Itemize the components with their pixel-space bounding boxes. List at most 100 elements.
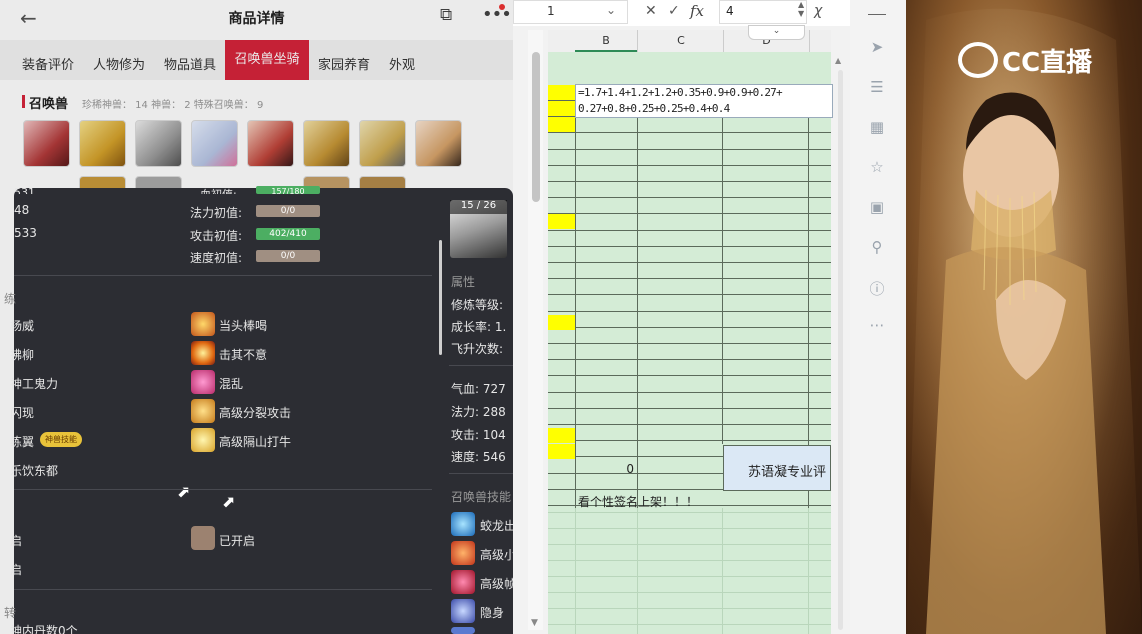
section-stats: 珍稀神兽： 14 神兽： 2 特殊召唤兽： 9 <box>82 100 264 111</box>
tab-equipment-review[interactable]: 装备评价 <box>22 54 74 73</box>
right-scroll-thumb[interactable] <box>838 70 843 630</box>
pet-thumbnail[interactable] <box>79 120 126 167</box>
clear-format-icon[interactable]: χ <box>814 3 822 19</box>
confirm-icon[interactable]: ✓ <box>668 3 680 19</box>
mp-init-label: 法力初值: <box>190 206 243 220</box>
skill-name: 高级分裂攻击 <box>219 406 292 420</box>
divine-skill-badge: 神兽技能 <box>40 432 82 447</box>
partial-stat-value: 531 <box>14 186 35 194</box>
scroll-up-icon[interactable]: ▲ <box>835 56 841 65</box>
spd-init-bar: 0/0 <box>256 250 320 262</box>
skill-name: 练翼 <box>10 435 35 449</box>
mouse-cursor-icon: ⬈ <box>222 492 236 511</box>
chevron-down-icon[interactable]: ⌄ <box>606 3 616 17</box>
cancel-icon[interactable]: ✕ <box>645 3 657 19</box>
spinner-icon[interactable]: ▲ ▼ <box>798 0 804 18</box>
image-icon[interactable]: ▣ <box>866 198 888 216</box>
streamer-photo: CC直播 <box>906 0 1142 634</box>
divider <box>14 589 432 590</box>
tab-character-cultivation[interactable]: 人物修为 <box>93 54 145 73</box>
atk-init-label: 攻击初值: <box>190 229 243 243</box>
tab-items[interactable]: 物品道具 <box>164 54 216 73</box>
skill-icon <box>191 370 215 394</box>
status-icon <box>191 526 215 550</box>
section-heading-partial: 转 <box>4 606 17 620</box>
pet-thumbnail[interactable] <box>135 120 182 167</box>
skill-name: 击其不意 <box>219 348 268 362</box>
skill-name: 高级隔山打牛 <box>219 435 292 449</box>
pet-thumbnail[interactable] <box>23 120 70 167</box>
stat-value: 533 <box>14 226 37 240</box>
skill-name: 杨威 <box>10 319 35 333</box>
chevron-down-icon[interactable]: ⌄ <box>748 25 805 40</box>
highlight-cell[interactable] <box>548 214 575 229</box>
skills-heading-partial: 练 <box>4 292 17 306</box>
tab-appearance[interactable]: 外观 <box>389 54 415 73</box>
attr-line: 成长率: 1. <box>451 320 507 334</box>
stat-value: 48 <box>14 203 30 217</box>
pet-thumbnail[interactable] <box>359 120 406 167</box>
skill-icon <box>191 428 215 452</box>
star-icon[interactable]: ☆ <box>866 158 888 176</box>
divider <box>449 365 513 366</box>
status-label: 启 <box>10 563 23 577</box>
skill-name: 神工鬼力 <box>10 377 59 391</box>
inner-core-count: 神内丹数0个 <box>10 624 78 634</box>
hp-value: 气血: 727 <box>451 382 506 396</box>
table-icon[interactable]: ▦ <box>866 118 888 136</box>
panel-scrollbar[interactable] <box>439 240 442 355</box>
skill-icon <box>451 570 475 594</box>
share-icon[interactable]: ⧉ <box>440 5 452 25</box>
left-scroll-thumb[interactable] <box>532 52 540 202</box>
function-icon[interactable]: fx <box>690 2 704 20</box>
spd-value: 速度: 546 <box>451 450 506 464</box>
highlight-cell[interactable] <box>548 315 575 330</box>
cell-value-zero: 0 <box>626 462 634 476</box>
pet-thumbnail[interactable] <box>303 120 350 167</box>
pet-skill-heading: 召唤兽技能 <box>451 490 512 504</box>
tab-home[interactable]: 家园养育 <box>318 54 370 73</box>
minimize-icon[interactable] <box>868 14 886 15</box>
highlight-cell[interactable] <box>548 101 575 116</box>
skill-name: 高级小 <box>480 548 513 562</box>
pet-thumbnail[interactable] <box>415 120 462 167</box>
skill-name: 闪现 <box>10 406 35 420</box>
highlight-cell[interactable] <box>548 428 575 443</box>
skill-icon <box>191 312 215 336</box>
skill-name: 当头棒喝 <box>219 319 268 333</box>
adjust-icon[interactable]: ☰ <box>866 78 888 96</box>
skill-icon <box>451 627 475 634</box>
column-header-c[interactable]: C <box>637 30 724 52</box>
mp-init-bar: 0/0 <box>256 205 320 217</box>
signature-cell-text: 看个性签名上架！！！ <box>578 495 699 509</box>
attr-line: 修炼等级: <box>451 298 504 312</box>
section-title: 召唤兽 <box>29 97 69 112</box>
skill-name: 混乱 <box>219 377 244 391</box>
page-title: 商品详情 <box>228 11 285 27</box>
formula-line-1: =1.7+1.4+1.2+1.2+0.35+0.9+0.9+0.27+ <box>578 86 783 99</box>
cc-logo-icon <box>958 42 998 78</box>
skill-icon <box>451 599 475 623</box>
highlight-cell[interactable] <box>548 85 575 100</box>
skill-name: 高级帧 <box>480 577 513 591</box>
mp-value: 法力: 288 <box>451 405 506 419</box>
tab-pets-mounts[interactable]: 召唤兽坐骑 <box>225 40 309 80</box>
highlight-cell[interactable] <box>548 444 575 459</box>
pet-thumbnail[interactable] <box>247 120 294 167</box>
select-icon[interactable]: ➤ <box>866 38 888 56</box>
column-header-b[interactable]: B <box>575 30 637 52</box>
search-doc-icon[interactable]: ⚲ <box>866 238 888 256</box>
pet-counter: 15 / 26 <box>450 200 507 214</box>
more-icon[interactable]: ••• <box>482 4 512 25</box>
more-icon[interactable]: ⋯ <box>866 316 888 334</box>
help-icon[interactable]: ⓘ <box>866 278 888 299</box>
dancer-figure-illustration <box>906 8 1142 634</box>
skill-name: 隐身 <box>480 606 505 620</box>
name-box-value: 1 <box>547 4 555 18</box>
divider <box>14 489 432 490</box>
scroll-down-icon[interactable]: ▼ <box>531 618 538 628</box>
skill-name: 拂柳 <box>10 348 35 362</box>
pet-thumbnail[interactable] <box>191 120 238 167</box>
highlight-cell[interactable] <box>548 117 575 132</box>
hp-init-bar: 157/180 <box>256 186 320 194</box>
